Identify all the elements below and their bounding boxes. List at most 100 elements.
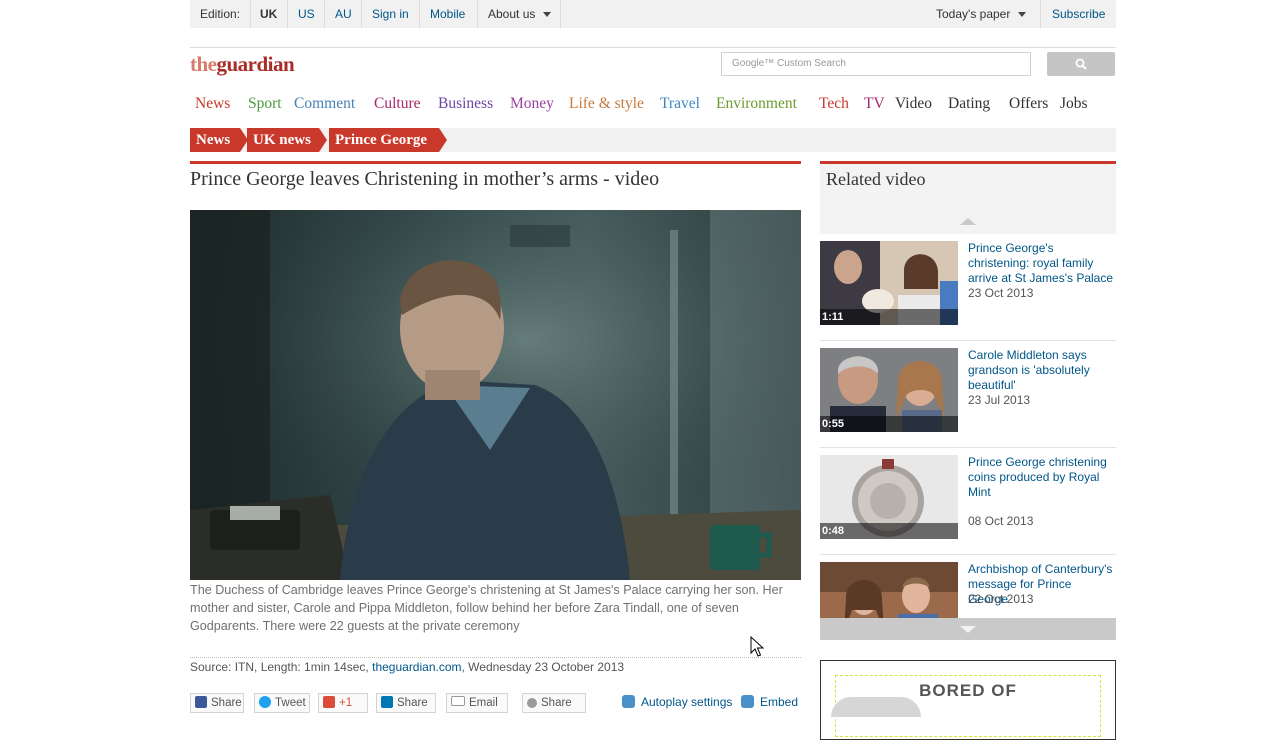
todays-paper-menu[interactable]: Today's paper	[936, 0, 1027, 28]
subscribe-link[interactable]: Subscribe	[1052, 0, 1105, 28]
chevron-down-icon	[1018, 12, 1027, 18]
nav-news[interactable]: News	[195, 95, 230, 113]
logo-name: guardian	[216, 52, 295, 76]
divider	[250, 0, 251, 28]
video-duration: 0:48	[820, 523, 958, 539]
edition-label: Edition:	[200, 7, 241, 21]
linkedin-share-button[interactable]: Share	[376, 693, 436, 713]
nav-business[interactable]: Business	[438, 95, 493, 113]
share-icon	[527, 698, 537, 708]
linkedin-share-label: Share	[397, 697, 428, 709]
related-video-link[interactable]: Prince George christening coins produced…	[968, 455, 1114, 500]
nav-comment[interactable]: Comment	[294, 95, 355, 113]
chevron-down-icon	[543, 12, 552, 18]
facebook-icon	[195, 696, 207, 708]
edition-uk[interactable]: UK	[260, 0, 277, 28]
video-thumbnail[interactable]: 0:48	[820, 455, 958, 539]
source-link[interactable]: theguardian.com	[372, 660, 461, 674]
search-button[interactable]	[1047, 52, 1115, 76]
edition-au[interactable]: AU	[335, 0, 352, 28]
breadcrumb-prince-george[interactable]: Prince George	[329, 128, 447, 152]
video-duration: 0:55	[820, 416, 958, 432]
video-date: 22 Oct 2013	[968, 592, 1034, 606]
guardian-logo[interactable]: theguardian	[190, 52, 295, 77]
advertisement[interactable]: BORED OF	[820, 660, 1116, 740]
nav-tech[interactable]: Tech	[819, 95, 849, 113]
divider	[419, 0, 420, 28]
video-date: 23 Oct 2013	[968, 286, 1034, 300]
google-plus-button[interactable]: +1	[318, 693, 368, 713]
breadcrumb-news[interactable]: News	[190, 128, 248, 152]
logo-prefix: the	[190, 52, 217, 76]
sign-in-link[interactable]: Sign in	[372, 0, 409, 28]
google-plus-label: +1	[339, 697, 353, 709]
video-date: 08 Oct 2013	[968, 514, 1034, 528]
list-item[interactable]: 0:48 Prince George christening coins pro…	[820, 448, 1116, 555]
tweet-button[interactable]: Tweet	[254, 693, 310, 713]
email-label: Email	[469, 697, 498, 709]
embed-icon	[741, 695, 754, 708]
autoplay-settings-link[interactable]: Autoplay settings	[622, 693, 732, 711]
divider	[190, 657, 801, 658]
related-video-link[interactable]: Carole Middleton says grandson is 'absol…	[968, 348, 1114, 393]
divider	[477, 0, 478, 28]
video-date: 23 Jul 2013	[968, 393, 1031, 407]
nav-jobs[interactable]: Jobs	[1060, 95, 1088, 113]
nav-travel[interactable]: Travel	[660, 95, 700, 113]
about-us-label: About us	[488, 7, 536, 21]
header-divider	[190, 47, 1116, 48]
thumbnail-image	[820, 562, 958, 618]
embed-label: Embed	[760, 695, 799, 709]
related-video-list[interactable]: 1:11 Prince George's christening: royal …	[820, 234, 1116, 618]
facebook-share-label: Share	[211, 697, 242, 709]
google-plus-icon	[323, 696, 335, 708]
divider	[287, 0, 288, 28]
autoplay-label: Autoplay settings	[641, 695, 733, 709]
nav-environment[interactable]: Environment	[716, 95, 797, 113]
chevron-down-icon[interactable]	[960, 626, 976, 633]
video-source: Source: ITN, Length: 1min 14sec, theguar…	[190, 660, 624, 674]
nav-offers[interactable]: Offers	[1009, 95, 1048, 113]
video-player[interactable]	[190, 210, 801, 580]
nav-dating[interactable]: Dating	[948, 95, 990, 113]
list-item[interactable]: 1:11 Prince George's christening: royal …	[820, 234, 1116, 341]
video-thumbnail[interactable]: 1:11	[820, 241, 958, 325]
divider	[1040, 0, 1041, 28]
email-button[interactable]: Email	[446, 693, 508, 713]
source-date: , Wednesday 23 October 2013	[461, 660, 625, 674]
breadcrumb-uk-news[interactable]: UK news	[247, 128, 327, 152]
top-bar: Edition: UK US AU Sign in Mobile About u…	[190, 0, 1116, 28]
divider	[560, 0, 561, 28]
search-input[interactable]: Google™ Custom Search	[721, 52, 1031, 76]
mobile-link[interactable]: Mobile	[430, 0, 465, 28]
twitter-icon	[259, 696, 271, 708]
about-us-menu[interactable]: About us	[488, 0, 552, 28]
list-item[interactable]: 0:55 Carole Middleton says grandson is '…	[820, 341, 1116, 448]
facebook-share-button[interactable]: Share	[190, 693, 244, 713]
related-video-title: Related video	[826, 169, 926, 189]
nav-culture[interactable]: Culture	[374, 95, 421, 113]
section-rule	[190, 161, 801, 164]
embed-link[interactable]: Embed	[741, 693, 798, 711]
divider	[361, 0, 362, 28]
ad-graphic	[831, 697, 921, 717]
nav-video[interactable]: Video	[895, 95, 932, 113]
search-icon	[1075, 58, 1087, 70]
source-prefix: Source: ITN, Length: 1min 14sec,	[190, 660, 369, 674]
video-thumbnail[interactable]	[820, 562, 958, 618]
todays-paper-label: Today's paper	[936, 7, 1011, 21]
nav-money[interactable]: Money	[510, 95, 554, 113]
nav-sport[interactable]: Sport	[248, 95, 282, 113]
mouse-cursor-icon	[750, 636, 764, 657]
video-thumbnail[interactable]: 0:55	[820, 348, 958, 432]
list-item[interactable]: Archbishop of Canterbury's message for P…	[820, 555, 1116, 618]
nav-life-style[interactable]: Life & style	[569, 95, 644, 113]
nav-tv[interactable]: TV	[864, 95, 885, 113]
divider	[324, 0, 325, 28]
share-button[interactable]: Share	[522, 693, 586, 713]
chevron-up-icon[interactable]	[960, 218, 976, 225]
edition-us[interactable]: US	[298, 0, 315, 28]
video-caption: The Duchess of Cambridge leaves Prince G…	[190, 583, 783, 633]
related-video-link[interactable]: Prince George's christening: royal famil…	[968, 241, 1114, 286]
tweet-label: Tweet	[275, 697, 306, 709]
